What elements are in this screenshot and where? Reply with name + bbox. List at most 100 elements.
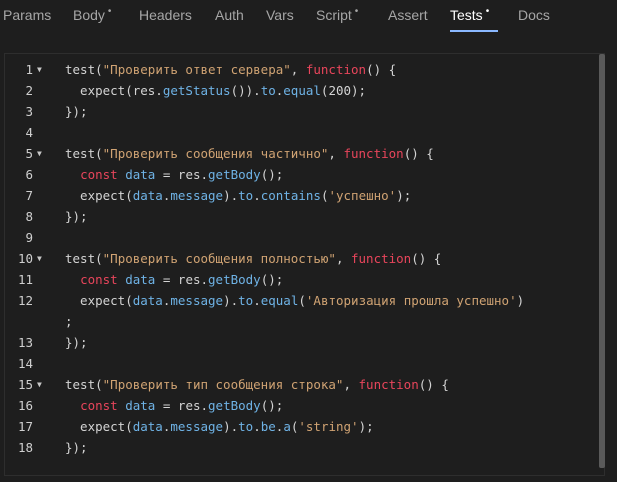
line-number: 11	[17, 272, 33, 287]
line-number: 1	[25, 62, 33, 77]
code-text: const data = res.getBody();	[65, 269, 283, 290]
code-token: expect(	[65, 419, 133, 434]
tab-body[interactable]: Body •	[73, 6, 112, 27]
code-line[interactable]: 1 ▼ test("Проверить ответ сервера", functi…	[5, 59, 600, 80]
code-token: ).	[223, 293, 239, 308]
scrollbar-thumb[interactable]	[599, 54, 605, 468]
code-line[interactable]: 9	[5, 227, 600, 248]
code-line[interactable]: 14	[5, 353, 600, 374]
fold-toggle-icon[interactable]: ▼	[37, 248, 42, 269]
code-token: to	[238, 419, 254, 434]
code-token: ()).	[230, 83, 261, 98]
code-token: data	[125, 167, 156, 182]
code-token: (	[298, 293, 306, 308]
code-text: test("Проверить ответ сервера", function…	[65, 59, 396, 80]
code-token: test(	[65, 146, 103, 161]
code-token: getStatus	[162, 83, 231, 98]
line-number: 18	[17, 440, 33, 455]
code-line[interactable]: ;	[5, 311, 600, 332]
tab-script[interactable]: Script •	[316, 6, 358, 27]
code-token: ,	[328, 146, 344, 161]
code-token: getBody	[208, 272, 261, 287]
line-number: 4	[25, 125, 33, 140]
code-token: function	[343, 146, 404, 161]
active-tab-indicator	[450, 30, 498, 32]
code-token: expect(	[65, 293, 133, 308]
code-token: () {	[411, 251, 442, 266]
code-text: expect(data.message).to.equal('Авторизац…	[65, 290, 524, 311]
request-tabs: Params Body • Headers Auth Vars Script • A…	[0, 0, 617, 34]
code-text: expect(data.message).to.contains('успешн…	[65, 185, 411, 206]
code-line[interactable]: 18});	[5, 437, 600, 458]
code-token: expect(res.	[65, 83, 163, 98]
code-line[interactable]: 15 ▼ test("Проверить тип сообщения строка"…	[5, 374, 600, 395]
code-token: data	[125, 398, 156, 413]
code-text: test("Проверить сообщения полностью", fu…	[65, 248, 441, 269]
code-token: test(	[65, 62, 103, 77]
code-token: be	[260, 419, 276, 434]
line-number: 5	[25, 146, 33, 161]
code-token: 'Авторизация прошла успешно'	[305, 293, 517, 308]
code-token: contains	[260, 188, 321, 203]
fold-toggle-icon[interactable]: ▼	[37, 143, 42, 164]
code-token: message	[170, 293, 224, 308]
tab-docs[interactable]: Docs	[518, 7, 550, 27]
code-token: equal	[260, 293, 299, 308]
code-line[interactable]: 2 expect(res.getStatus()).to.equal(200);	[5, 80, 600, 101]
code-token: function	[351, 251, 412, 266]
code-line[interactable]: 17 expect(data.message).to.be.a('string'…	[5, 416, 600, 437]
vertical-scrollbar[interactable]	[598, 54, 606, 472]
code-line[interactable]: 10 ▼ test("Проверить сообщения полностью",…	[5, 248, 600, 269]
tab-headers[interactable]: Headers	[139, 7, 192, 27]
code-token: data	[132, 188, 163, 203]
code-token: message	[170, 188, 224, 203]
code-text: const data = res.getBody();	[65, 395, 283, 416]
code-token: function	[358, 377, 419, 392]
code-line[interactable]: 6 const data = res.getBody();	[5, 164, 600, 185]
code-token: });	[65, 440, 88, 455]
tab-params[interactable]: Params	[3, 7, 51, 27]
tab-assert[interactable]: Assert	[388, 7, 428, 27]
code-line[interactable]: 12 expect(data.message).to.equal('Автори…	[5, 290, 600, 311]
code-text: test("Проверить тип сообщения строка", f…	[65, 374, 449, 395]
code-line[interactable]: 13});	[5, 332, 600, 353]
code-token: function	[305, 62, 367, 77]
code-token: (200);	[320, 83, 367, 98]
code-token: ;	[65, 314, 73, 329]
code-text: });	[65, 332, 88, 353]
fold-toggle-icon[interactable]: ▼	[37, 59, 42, 80]
code-line[interactable]: 3});	[5, 101, 600, 122]
code-token: "Проверить сообщения частично"	[102, 146, 329, 161]
code-token: ,	[290, 62, 306, 77]
code-token: data	[125, 272, 156, 287]
tab-auth[interactable]: Auth	[215, 7, 244, 27]
line-number: 15	[17, 377, 33, 392]
tab-vars[interactable]: Vars	[266, 7, 294, 27]
code-line[interactable]: 7 expect(data.message).to.contains('успе…	[5, 185, 600, 206]
line-number: 2	[25, 83, 33, 98]
code-token: 'string'	[298, 419, 359, 434]
code-token: data	[132, 293, 163, 308]
code-line[interactable]: 11 const data = res.getBody();	[5, 269, 600, 290]
code-token: data	[132, 419, 163, 434]
line-number: 3	[25, 104, 33, 119]
line-number: 10	[17, 251, 33, 266]
line-number: 7	[25, 188, 33, 203]
code-token: ,	[335, 251, 351, 266]
code-token: )	[516, 293, 525, 308]
code-text: test("Проверить сообщения частично", fun…	[65, 143, 434, 164]
line-number: 17	[17, 419, 33, 434]
code-line[interactable]: 4	[5, 122, 600, 143]
code-token: to	[238, 188, 254, 203]
code-token: });	[65, 335, 88, 350]
code-token: equal	[283, 83, 321, 98]
modified-dot: •	[107, 6, 112, 17]
code-line[interactable]: 8});	[5, 206, 600, 227]
fold-toggle-icon[interactable]: ▼	[37, 374, 42, 395]
code-line[interactable]: 5 ▼ test("Проверить сообщения частично", f…	[5, 143, 600, 164]
code-line[interactable]: 16 const data = res.getBody();	[5, 395, 600, 416]
tab-tests[interactable]: Tests •	[450, 6, 489, 27]
code-editor[interactable]: 1 ▼ test("Проверить ответ сервера", functi…	[4, 53, 605, 476]
code-text: expect(res.getStatus()).to.equal(200);	[65, 80, 366, 101]
